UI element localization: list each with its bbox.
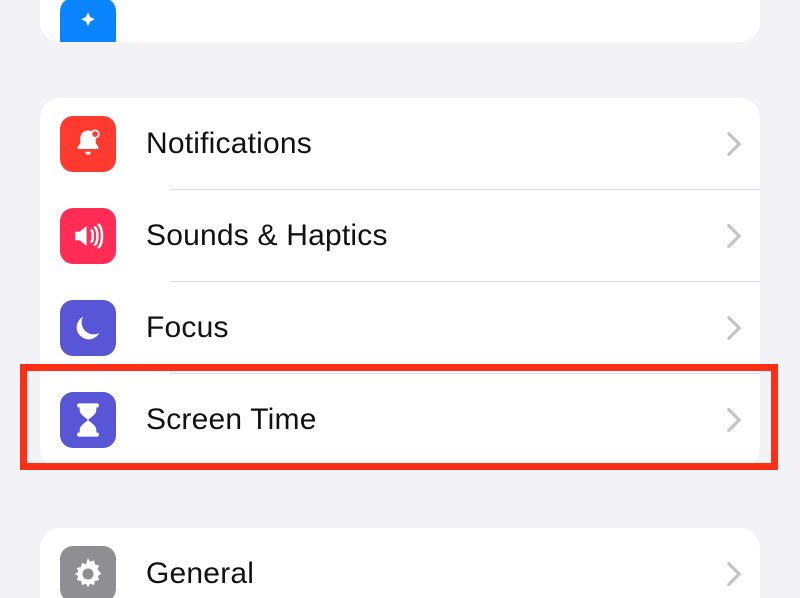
settings-row-label: Screen Time [146,403,726,437]
speaker-icon [60,208,116,264]
settings-row-label: Focus [146,311,726,345]
moon-icon [60,300,116,356]
bell-icon [60,116,116,172]
gear-icon [60,546,116,598]
hourglass-icon [60,392,116,448]
chevron-right-icon [726,561,742,587]
settings-row-label: Sounds & Haptics [146,219,726,253]
settings-row[interactable] [40,0,760,42]
chevron-right-icon [726,407,742,433]
settings-row-screentime[interactable]: Screen Time [40,374,760,466]
settings-group-main: Notifications Sounds & Haptics Focus [40,98,760,468]
settings-group-top [40,0,760,42]
settings-row-label: General [146,557,726,591]
settings-row-sounds[interactable]: Sounds & Haptics [40,190,760,282]
chevron-right-icon [726,131,742,157]
chevron-right-icon [726,315,742,341]
settings-row-focus[interactable]: Focus [40,282,760,374]
chevron-right-icon [726,223,742,249]
settings-row-notifications[interactable]: Notifications [40,98,760,190]
appstore-icon [60,0,116,42]
settings-row-general[interactable]: General [40,528,760,598]
settings-group-bottom: General [40,528,760,598]
settings-row-label: Notifications [146,127,726,161]
